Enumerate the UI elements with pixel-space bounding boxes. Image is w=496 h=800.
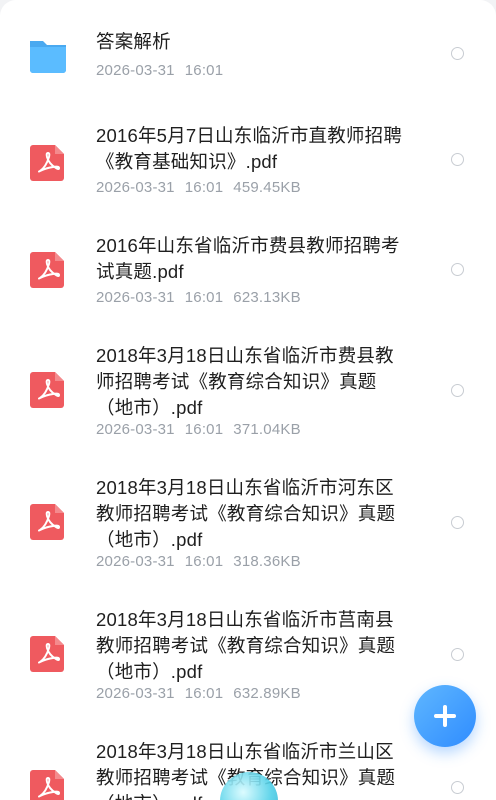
file-date: 2026-03-31 (96, 553, 175, 570)
file-title: 2016年山东省临沂市费县教师招聘考 试真题.pdf (96, 235, 400, 282)
file-time: 16:01 (184, 553, 224, 570)
file-time: 16:01 (184, 179, 224, 196)
file-time: 16:01 (184, 289, 224, 306)
file-title: 答案解析 (96, 31, 171, 52)
file-meta: 2026-03-31 16:01 632.89KB (96, 685, 311, 702)
add-button[interactable] (414, 685, 476, 747)
file-size: 459.45KB (233, 179, 301, 196)
file-item-pdf[interactable]: 2016年5月7日山东临沂市直教师招聘 《教育基础知识》.pdf 2026-03… (0, 110, 496, 210)
file-size: 318.36KB (233, 553, 301, 570)
select-radio[interactable] (451, 153, 464, 166)
pdf-icon (28, 502, 68, 542)
select-radio[interactable] (451, 384, 464, 397)
file-date: 2026-03-31 (96, 421, 175, 438)
pdf-icon (28, 370, 68, 410)
file-list-panel: 答案解析 2026-03-31 16:01 2016年5月7日山东临沂市直教师招聘… (0, 0, 496, 800)
file-title: 2018年3月18日山东省临沂市费县教 师招聘考试《教育综合知识》真题 （地市）… (96, 345, 394, 418)
select-radio[interactable] (451, 516, 464, 529)
file-time: 16:01 (184, 421, 224, 438)
pdf-icon (28, 250, 68, 290)
file-title: 2018年3月18日山东省临沂市河东区 教师招聘考试《教育综合知识》真题 （地市… (96, 477, 396, 550)
pdf-icon (28, 768, 68, 800)
file-meta: 2026-03-31 16:01 (96, 62, 233, 79)
file-title: 2018年3月18日山东省临沂市莒南县 教师招聘考试《教育综合知识》真题 （地市… (96, 609, 396, 682)
file-item-pdf[interactable]: 2018年3月18日山东省临沂市费县教 师招聘考试《教育综合知识》真题 （地市）… (0, 330, 496, 455)
file-size: 371.04KB (233, 421, 301, 438)
file-meta: 2026-03-31 16:01 371.04KB (96, 421, 311, 438)
file-date: 2026-03-31 (96, 62, 175, 79)
select-radio[interactable] (451, 648, 464, 661)
file-item-pdf[interactable]: 2016年山东省临沂市费县教师招聘考 试真题.pdf 2026-03-31 16:… (0, 220, 496, 320)
file-date: 2026-03-31 (96, 179, 175, 196)
file-item-pdf[interactable]: 2018年3月18日山东省临沂市河东区 教师招聘考试《教育综合知识》真题 （地市… (0, 462, 496, 587)
select-radio[interactable] (451, 263, 464, 276)
file-date: 2026-03-31 (96, 685, 175, 702)
file-item-folder[interactable]: 答案解析 2026-03-31 16:01 (0, 0, 496, 100)
pdf-icon (28, 143, 68, 183)
folder-icon (28, 34, 68, 74)
file-size: 623.13KB (233, 289, 301, 306)
file-title: 2016年5月7日山东临沂市直教师招聘 《教育基础知识》.pdf (96, 125, 403, 172)
select-radio[interactable] (451, 781, 464, 794)
file-meta: 2026-03-31 16:01 459.45KB (96, 179, 311, 196)
file-meta: 2026-03-31 16:01 318.36KB (96, 553, 311, 570)
select-radio[interactable] (451, 47, 464, 60)
file-meta: 2026-03-31 16:01 623.13KB (96, 289, 311, 306)
file-time: 16:01 (184, 685, 224, 702)
file-time: 16:01 (184, 62, 224, 79)
pdf-icon (28, 634, 68, 674)
file-date: 2026-03-31 (96, 289, 175, 306)
file-size: 632.89KB (233, 685, 301, 702)
